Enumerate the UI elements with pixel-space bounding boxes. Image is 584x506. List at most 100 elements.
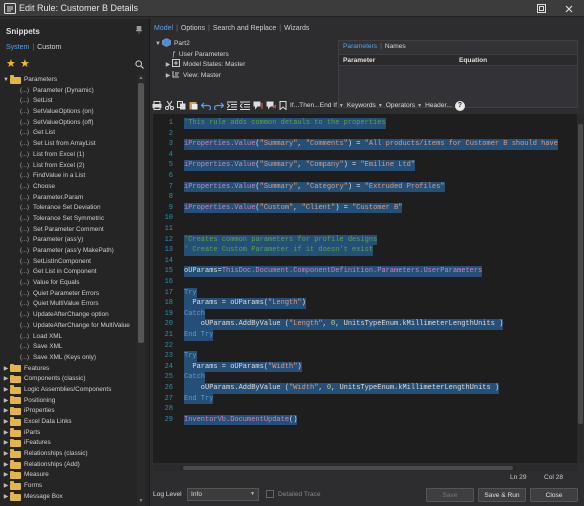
code-line[interactable]: 2 — [153, 129, 577, 140]
if-then-dropdown[interactable]: If...Then...End If ▼ — [290, 100, 344, 112]
favorites-star-icon[interactable]: ★ — [6, 59, 16, 70]
close-window-button[interactable] — [558, 0, 580, 17]
code-line[interactable]: 27 End Try — [153, 393, 577, 405]
tab-names[interactable]: Names — [385, 43, 406, 50]
chevron-right-icon[interactable]: ▶ — [2, 460, 10, 471]
snippet-item[interactable]: (...) Quiet Parameter Errors — [2, 289, 136, 300]
snippet-folder[interactable]: ▶ iParts — [2, 428, 136, 439]
chevron-right-icon[interactable]: ▶ — [2, 374, 10, 385]
snippet-item[interactable]: (...) Tolerance Set Symmetric — [2, 214, 136, 225]
snippet-item[interactable]: (...) SetListInComponent — [2, 257, 136, 268]
tab-custom[interactable]: Custom — [37, 44, 61, 51]
code-editor[interactable]: 1 'This rule adds common detauls to the p… — [153, 114, 577, 463]
expand-arrow-icon[interactable]: ▼ — [154, 39, 162, 50]
editor-vertical-scrollbar[interactable] — [577, 114, 584, 463]
chevron-right-icon[interactable]: ▶ — [2, 470, 10, 481]
chevron-right-icon[interactable]: ▶ — [2, 406, 10, 417]
code-line[interactable]: 8 — [153, 192, 577, 203]
pin-icon[interactable] — [135, 25, 143, 36]
code-line[interactable]: 24 Params = oUParams("Width") — [153, 361, 577, 373]
model-tree-item-user-parameters[interactable]: ƒ User Parameters — [154, 50, 334, 61]
checkbox-box[interactable] — [266, 490, 274, 498]
chevron-right-icon[interactable]: ▶ — [2, 417, 10, 428]
help-icon[interactable]: ? — [454, 100, 465, 111]
scroll-thumb[interactable] — [183, 466, 513, 470]
maximize-button[interactable] — [530, 0, 552, 17]
code-line[interactable]: 18 Params = oUParams("Length") — [153, 298, 577, 309]
snippet-item[interactable]: (...) UpdateAfterChange for MultiValue — [2, 321, 136, 332]
code-line[interactable]: 16 — [153, 277, 577, 288]
snippet-item[interactable]: (...) Load XML — [2, 332, 136, 343]
snippet-item[interactable]: (...) Quiet MultiValue Errors — [2, 299, 136, 310]
snippet-item[interactable]: (...) SetList — [2, 96, 136, 107]
code-line[interactable]: 21 End Try — [153, 330, 577, 341]
uncomment-icon[interactable] — [266, 100, 276, 112]
chevron-down-icon[interactable]: ▼ — [2, 75, 10, 86]
tab-wizards[interactable]: Wizards — [284, 25, 309, 32]
undo-icon[interactable] — [201, 100, 211, 112]
code-line[interactable]: 25 Catch — [153, 372, 577, 383]
snippet-item[interactable]: (...) Set Parameter Comment — [2, 225, 136, 236]
tab-options[interactable]: Options — [181, 25, 205, 32]
chevron-right-icon[interactable]: ▶ — [2, 438, 10, 449]
snippets-scrollbar[interactable]: ▲ ▼ — [137, 75, 145, 506]
cut-icon[interactable] — [165, 100, 174, 112]
column-header-equation[interactable]: Equation — [459, 57, 487, 64]
snippet-item[interactable]: (...) List from Excel (2) — [2, 161, 136, 172]
code-line[interactable]: 22 — [153, 341, 577, 352]
code-line[interactable]: 20 oUParams.AddByValue ("Length", 0, Uni… — [153, 319, 577, 330]
column-header-parameter[interactable]: Parameter — [343, 57, 375, 64]
model-tree-item-view[interactable]: ▶ View: Master — [154, 70, 334, 82]
save-and-run-button[interactable]: Save & Run — [478, 488, 526, 502]
code-line[interactable]: 28 — [153, 404, 577, 415]
code-line[interactable]: 9 iProperties.Value("Custom", "Client") =… — [153, 202, 577, 214]
snippet-item[interactable]: (...) Get List — [2, 128, 136, 139]
scroll-thumb[interactable] — [578, 124, 583, 424]
snippet-folder[interactable]: ▶ iProperties — [2, 406, 136, 417]
snippet-folder[interactable]: ▶ Relationships (Add) — [2, 460, 136, 471]
expand-arrow-icon[interactable]: ▶ — [164, 71, 172, 82]
snippet-item[interactable]: (...) UpdateAfterChange option — [2, 310, 136, 321]
operators-dropdown[interactable]: Operators ▼ — [386, 100, 422, 112]
snippet-item[interactable]: (...) Parameter (Dynamic) — [2, 86, 136, 97]
snippet-item[interactable]: (...) Value for Equals — [2, 278, 136, 289]
model-tree-item-model-states[interactable]: ▶ Model States: Master — [154, 59, 334, 71]
snippet-item[interactable]: (...) Save XML (Keys only) — [2, 353, 136, 364]
redo-icon[interactable] — [214, 100, 224, 112]
chevron-right-icon[interactable]: ▶ — [2, 385, 10, 396]
chevron-right-icon[interactable]: ▶ — [2, 492, 10, 503]
snippet-folder[interactable]: ▼ Parameters — [2, 75, 136, 86]
snippet-folder[interactable]: ▶ iFeatures — [2, 438, 136, 449]
chevron-right-icon[interactable]: ▶ — [2, 481, 10, 492]
detailed-trace-checkbox[interactable]: Detailed Trace — [266, 490, 321, 498]
outdent-icon[interactable] — [240, 100, 250, 112]
editor-horizontal-scrollbar[interactable] — [153, 465, 577, 471]
indent-icon[interactable] — [227, 100, 237, 112]
paste-icon[interactable] — [189, 100, 198, 112]
snippet-item[interactable]: (...) Parameter (ass'y MakePath) — [2, 246, 136, 257]
snippet-item[interactable]: (...) FindValue in a List — [2, 171, 136, 182]
chevron-right-icon[interactable]: ▶ — [2, 364, 10, 375]
snippet-item[interactable]: (...) Parameter.Param — [2, 193, 136, 204]
snippet-item[interactable]: (...) Choose — [2, 182, 136, 193]
tab-model[interactable]: Model — [154, 25, 173, 32]
snippet-folder[interactable]: ▶ Components (classic) — [2, 374, 136, 385]
chevron-right-icon[interactable]: ▶ — [2, 396, 10, 407]
chevron-right-icon[interactable]: ▶ — [2, 449, 10, 460]
chevron-right-icon[interactable]: ▶ — [2, 428, 10, 439]
code-line[interactable]: 7 iProperties.Value("Summary", "Category"… — [153, 181, 577, 193]
code-line[interactable]: 26 oUParams.AddByValue ("Width", 0, Unit… — [153, 383, 577, 394]
search-icon[interactable] — [135, 60, 144, 71]
code-line[interactable]: 6 — [153, 171, 577, 182]
snippet-folder[interactable]: ▶ Excel Data Links — [2, 417, 136, 428]
code-line[interactable]: 11 — [153, 224, 577, 235]
code-line[interactable]: 1 'This rule adds common detauls to the p… — [153, 118, 577, 129]
snippet-folder[interactable]: ▶ Message Box — [2, 492, 136, 503]
scroll-up-icon[interactable]: ▲ — [137, 75, 145, 83]
code-line[interactable]: 15 oUParams=ThisDoc.Document.ComponentDef… — [153, 266, 577, 277]
tab-parameters[interactable]: Parameters — [343, 43, 377, 50]
snippet-item[interactable]: (...) Parameter (ass'y) — [2, 235, 136, 246]
print-icon[interactable] — [152, 100, 162, 112]
snippet-folder[interactable]: ▶ Forms — [2, 481, 136, 492]
snippet-folder[interactable]: ▶ Measure — [2, 470, 136, 481]
